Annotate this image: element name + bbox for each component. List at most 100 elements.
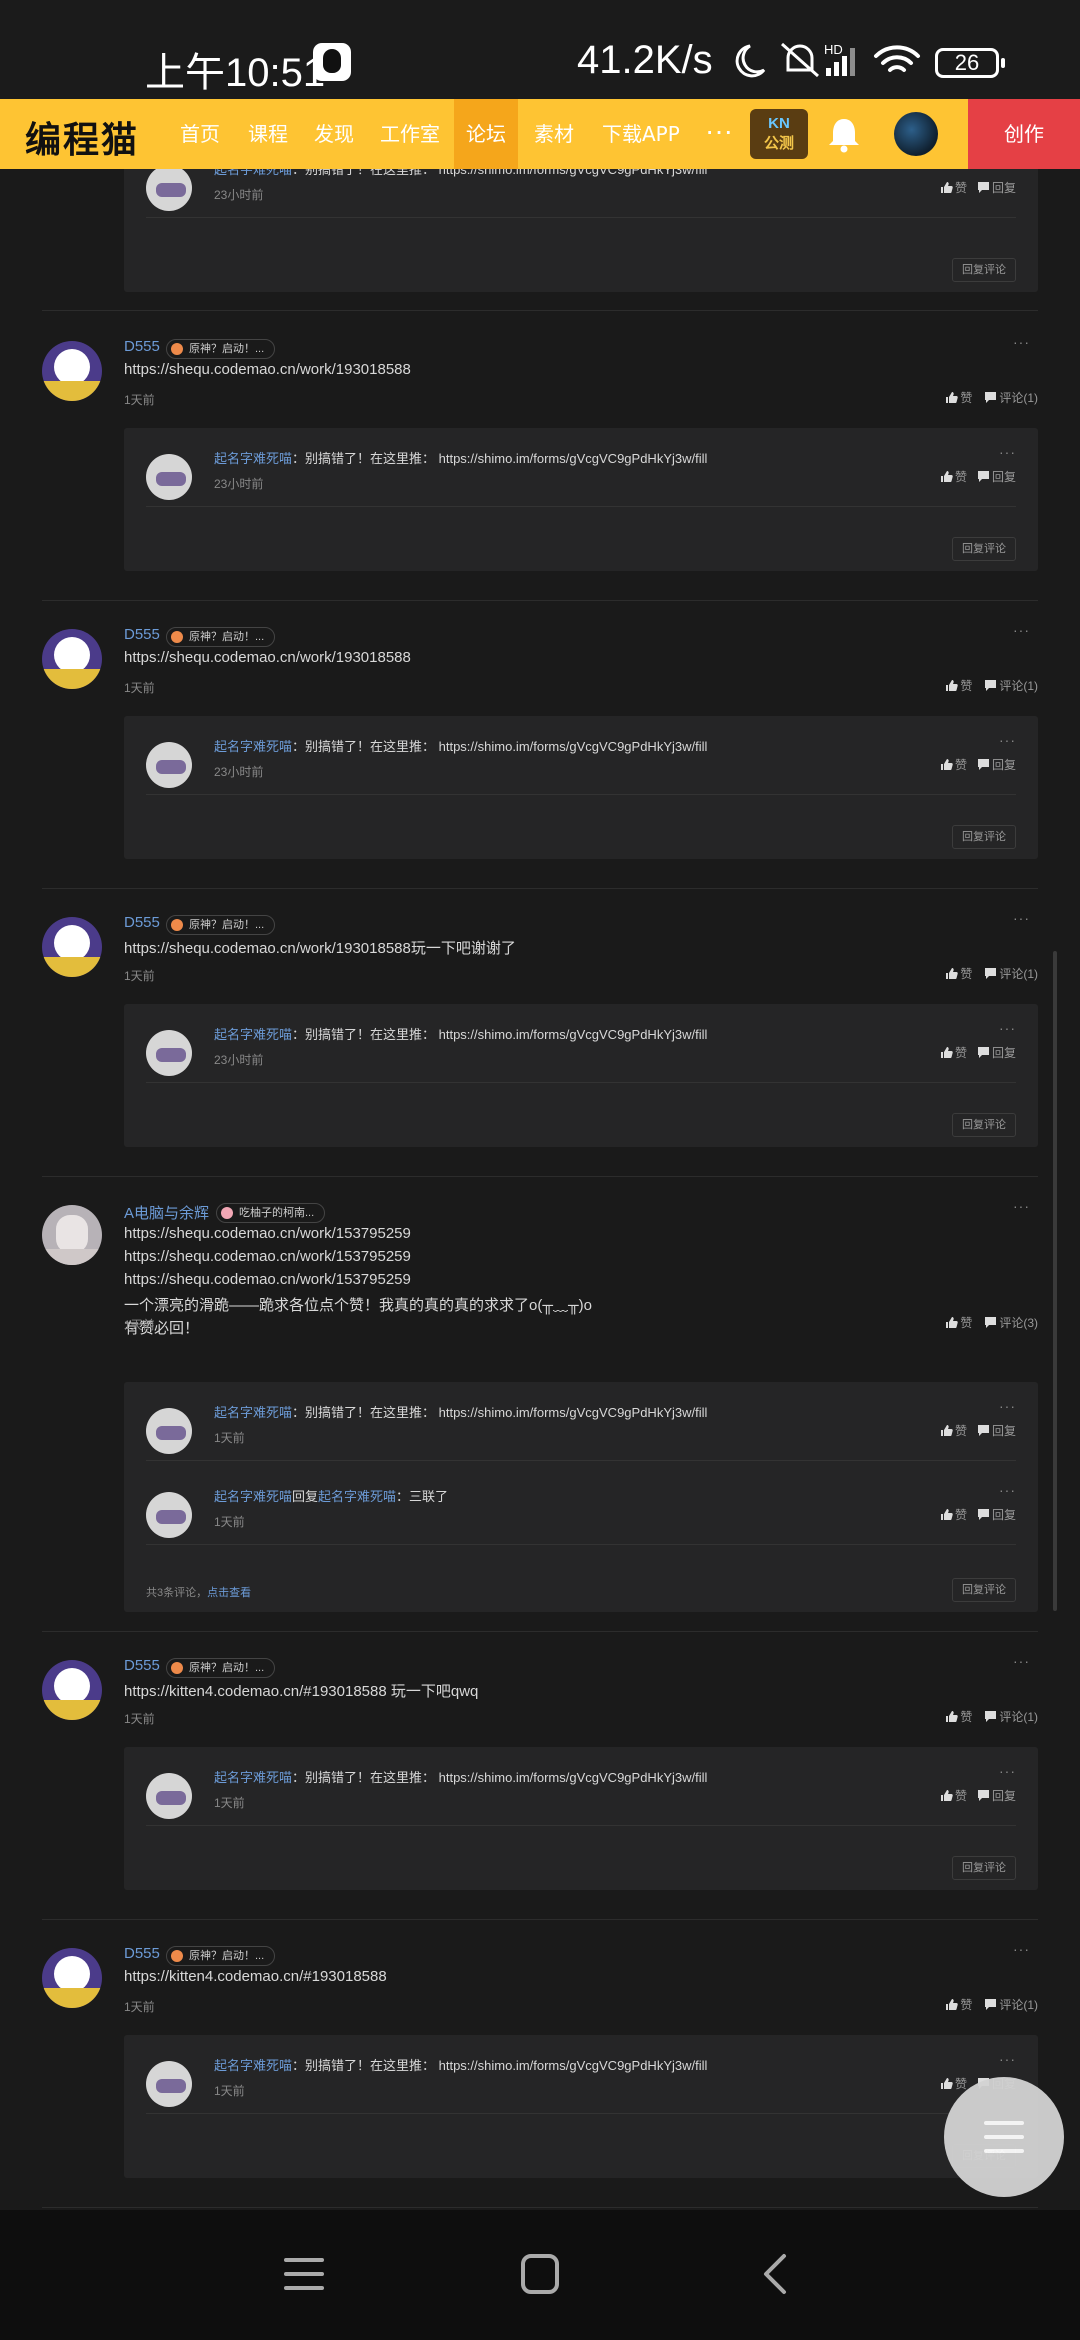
comment-count-button[interactable]: 评论(1) <box>984 679 1038 693</box>
post-more-icon[interactable]: ··· <box>1013 1198 1030 1214</box>
post-more-icon[interactable]: ··· <box>1013 1941 1030 1957</box>
replier-name[interactable]: 起名字难死喵 <box>214 739 292 754</box>
view-all-link[interactable]: 点击查看 <box>207 1587 251 1599</box>
menu-icon[interactable] <box>280 2252 328 2296</box>
author-avatar[interactable] <box>42 917 102 977</box>
like-button[interactable]: 赞 <box>945 967 972 981</box>
reply-like-button[interactable]: 赞 <box>940 1424 967 1438</box>
comment-count-button[interactable]: 评论(1) <box>984 1998 1038 2012</box>
reply-like-button[interactable]: 赞 <box>940 1789 967 1803</box>
author-name[interactable]: D555 <box>124 914 160 931</box>
reply-comment-button[interactable]: 回复评论 <box>952 1856 1016 1880</box>
user-avatar[interactable] <box>894 112 938 156</box>
reply-comment-button[interactable]: 回复评论 <box>952 825 1016 849</box>
reply-more-icon[interactable]: ··· <box>999 732 1016 748</box>
nav-forum[interactable]: 论坛 <box>454 99 518 169</box>
replier-name[interactable]: 起名字难死喵 <box>214 2058 292 2073</box>
like-button[interactable]: 赞 <box>945 1316 972 1330</box>
author-name[interactable]: A电脑与余辉 <box>124 1202 209 1223</box>
author-name[interactable]: D555 <box>124 338 160 355</box>
reply-comment-button[interactable]: 回复评论 <box>952 1578 1016 1602</box>
like-button[interactable]: 赞 <box>945 1710 972 1724</box>
reply-target-name[interactable]: 起名字难死喵 <box>318 1489 396 1504</box>
reply-reply-button[interactable]: 回复 <box>977 1046 1016 1060</box>
like-button[interactable]: 赞 <box>945 679 972 693</box>
reply-body: ：别搞错了！在这里推： https://shimo.im/forms/gVcgV… <box>292 739 708 754</box>
reply-comment-button[interactable]: 回复评论 <box>952 537 1016 561</box>
nav-materials[interactable]: 素材 <box>522 99 586 169</box>
reply-divider <box>146 2113 1016 2114</box>
reply-comment-button[interactable]: 回复评论 <box>952 258 1016 282</box>
scrollbar[interactable] <box>1053 951 1057 1611</box>
comment-count-button[interactable]: 评论(1) <box>984 391 1038 405</box>
reply-reply-button[interactable]: 回复 <box>977 758 1016 772</box>
replier-name[interactable]: 起名字难死喵 <box>214 451 292 466</box>
replier-avatar[interactable] <box>146 2061 192 2107</box>
reply-more-icon[interactable]: ··· <box>999 1020 1016 1036</box>
replier-name[interactable]: 起名字难死喵 <box>214 1405 292 1420</box>
reply-reply-button[interactable]: 回复 <box>977 1789 1016 1803</box>
reply-more-icon[interactable]: ··· <box>999 1398 1016 1414</box>
replier-name[interactable]: 起名字难死喵 <box>214 1489 292 1504</box>
create-button[interactable]: 创作 <box>968 99 1080 169</box>
comment-count-button[interactable]: 评论(3) <box>984 1316 1038 1330</box>
author-avatar[interactable] <box>42 629 102 689</box>
post-more-icon[interactable]: ··· <box>1013 334 1030 350</box>
reply-like-button[interactable]: 赞 <box>940 2077 967 2091</box>
reply-like-button[interactable]: 赞 <box>940 1046 967 1060</box>
bell-icon[interactable] <box>826 115 862 153</box>
like-button[interactable]: 赞 <box>945 391 972 405</box>
post-more-icon[interactable]: ··· <box>1013 1653 1030 1669</box>
reply-reply-button[interactable]: 回复 <box>977 1424 1016 1438</box>
nav-studio[interactable]: 工作室 <box>368 99 452 169</box>
reply-like-button[interactable]: 赞 <box>940 758 967 772</box>
author-avatar[interactable] <box>42 1660 102 1720</box>
back-icon[interactable] <box>752 2252 800 2296</box>
reply-comment-button[interactable]: 回复评论 <box>952 1113 1016 1137</box>
nav-download-app[interactable]: 下载APP <box>590 99 692 169</box>
reply-reply-button[interactable]: 回复 <box>977 470 1016 484</box>
reply-more-icon[interactable]: ··· <box>999 1482 1016 1498</box>
kn-beta-button[interactable]: KN 公测 <box>750 109 808 159</box>
reply-reply-button[interactable]: 回复 <box>977 181 1016 195</box>
author-name[interactable]: D555 <box>124 626 160 643</box>
post-more-icon[interactable]: ··· <box>1013 622 1030 638</box>
author-avatar[interactable] <box>42 1948 102 2008</box>
nav-more-button[interactable]: ··· <box>705 99 733 169</box>
home-icon[interactable] <box>516 2252 564 2296</box>
replier-avatar[interactable] <box>146 742 192 788</box>
replier-avatar[interactable] <box>146 454 192 500</box>
reply-more-icon[interactable]: ··· <box>999 169 1016 171</box>
author-name[interactable]: D555 <box>124 1945 160 1962</box>
replier-avatar[interactable] <box>146 1492 192 1538</box>
nav-home[interactable]: 首页 <box>168 99 232 169</box>
replier-name[interactable]: 起名字难死喵 <box>214 1770 292 1785</box>
site-logo[interactable]: 编程猫 <box>25 111 139 163</box>
author-avatar[interactable] <box>42 341 102 401</box>
replier-avatar[interactable] <box>146 1773 192 1819</box>
reply-text: 起名字难死喵：别搞错了！在这里推： https://shimo.im/forms… <box>214 448 707 467</box>
nav-courses[interactable]: 课程 <box>236 99 300 169</box>
replier-name[interactable]: 起名字难死喵 <box>214 1027 292 1042</box>
nav-discover[interactable]: 发现 <box>302 99 366 169</box>
reply-more-icon[interactable]: ··· <box>999 444 1016 460</box>
author-name[interactable]: D555 <box>124 1657 160 1674</box>
replier-avatar[interactable] <box>146 1408 192 1454</box>
comment-count-button[interactable]: 评论(1) <box>984 1710 1038 1724</box>
replier-avatar[interactable] <box>146 1030 192 1076</box>
like-button[interactable]: 赞 <box>945 1998 972 2012</box>
post-more-icon[interactable]: ··· <box>1013 910 1030 926</box>
reply-reply-button[interactable]: 回复 <box>977 1508 1016 1522</box>
author-avatar[interactable] <box>42 1205 102 1265</box>
replier-avatar[interactable] <box>146 169 192 211</box>
reply-more-icon[interactable]: ··· <box>999 2051 1016 2067</box>
reply-like-button[interactable]: 赞 <box>940 470 967 484</box>
replier-name[interactable]: 起名字难死喵 <box>214 169 292 177</box>
reply-reply-label: 回复 <box>991 1424 1016 1438</box>
post-text-line: https://shequ.codemao.cn/work/193018588 <box>124 649 411 666</box>
reply-more-icon[interactable]: ··· <box>999 1763 1016 1779</box>
reply-like-button[interactable]: 赞 <box>940 181 967 195</box>
reply-like-button[interactable]: 赞 <box>940 1508 967 1522</box>
comment-count-button[interactable]: 评论(1) <box>984 967 1038 981</box>
menu-fab-button[interactable] <box>944 2077 1064 2197</box>
